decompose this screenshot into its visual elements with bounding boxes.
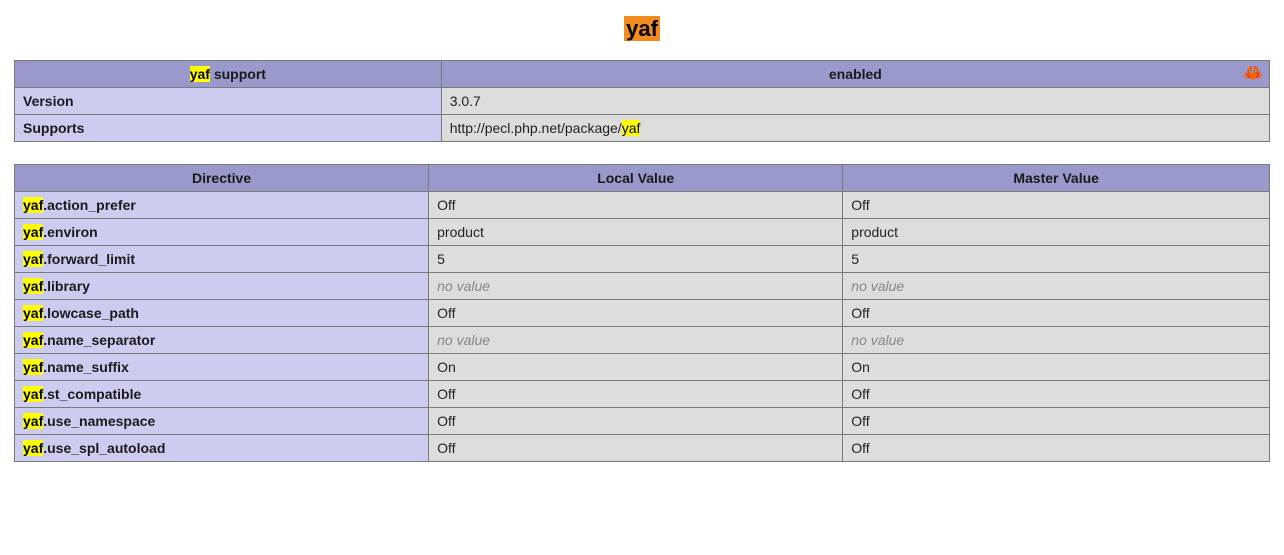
directive-master: Off — [843, 300, 1270, 327]
directive-row: yaf.name_separator no value no value — [15, 327, 1270, 354]
highlight-term: yaf — [23, 413, 43, 429]
directive-row: yaf.use_spl_autoloadOffOff — [15, 435, 1270, 462]
directive-local: no value — [429, 327, 843, 354]
directive-name: yaf.name_separator — [15, 327, 429, 354]
support-value: 3.0.7 — [441, 88, 1269, 115]
highlight-term: yaf — [23, 278, 43, 294]
directive-name: yaf.st_compatible — [15, 381, 429, 408]
directive-master: Off — [843, 192, 1270, 219]
directive-name: yaf.name_suffix — [15, 354, 429, 381]
support-suffix: support — [210, 66, 266, 82]
highlight-term: yaf — [23, 359, 43, 375]
directives-table: Directive Local Value Master Value yaf.a… — [14, 164, 1270, 462]
highlight-term: yaf — [622, 120, 641, 136]
directive-local: product — [429, 219, 843, 246]
directive-local: Off — [429, 381, 843, 408]
directive-name: yaf.environ — [15, 219, 429, 246]
no-value: no value — [437, 332, 490, 348]
directive-local: Off — [429, 408, 843, 435]
enabled-label: enabled — [829, 66, 882, 82]
directive-local: 5 — [429, 246, 843, 273]
directive-name: yaf.forward_limit — [15, 246, 429, 273]
enabled-header: enabled 🦀 — [441, 61, 1269, 88]
directive-name: yaf.library — [15, 273, 429, 300]
directive-master: On — [843, 354, 1270, 381]
directive-row: yaf.st_compatibleOffOff — [15, 381, 1270, 408]
support-value: http://pecl.php.net/package/yaf — [441, 115, 1269, 142]
support-header: yaf support — [15, 61, 442, 88]
directive-local: no value — [429, 273, 843, 300]
directive-master: no value — [843, 327, 1270, 354]
highlight-term: yaf — [23, 305, 43, 321]
directive-master: Off — [843, 381, 1270, 408]
directive-name: yaf.use_spl_autoload — [15, 435, 429, 462]
support-label: Supports — [15, 115, 442, 142]
directive-row: yaf.forward_limit55 — [15, 246, 1270, 273]
no-value: no value — [851, 332, 904, 348]
no-value: no value — [851, 278, 904, 294]
directive-row: yaf.lowcase_pathOffOff — [15, 300, 1270, 327]
highlight-term: yaf — [190, 66, 210, 82]
col-master: Master Value — [843, 165, 1270, 192]
directive-master: no value — [843, 273, 1270, 300]
title-highlight: yaf — [624, 16, 660, 41]
directive-row: yaf.environproductproduct — [15, 219, 1270, 246]
directive-row: yaf.name_suffixOnOn — [15, 354, 1270, 381]
directive-name: yaf.action_prefer — [15, 192, 429, 219]
crab-icon: 🦀 — [1243, 63, 1263, 83]
no-value: no value — [437, 278, 490, 294]
highlight-term: yaf — [23, 197, 43, 213]
directive-name: yaf.use_namespace — [15, 408, 429, 435]
directive-local: On — [429, 354, 843, 381]
highlight-term: yaf — [23, 440, 43, 456]
support-row: Supportshttp://pecl.php.net/package/yaf — [15, 115, 1270, 142]
directive-row: yaf.action_preferOffOff — [15, 192, 1270, 219]
highlight-term: yaf — [23, 224, 43, 240]
directive-row: yaf.use_namespaceOffOff — [15, 408, 1270, 435]
directive-local: Off — [429, 435, 843, 462]
col-local: Local Value — [429, 165, 843, 192]
directive-master: product — [843, 219, 1270, 246]
directive-row: yaf.library no value no value — [15, 273, 1270, 300]
directive-master: 5 — [843, 246, 1270, 273]
directive-master: Off — [843, 435, 1270, 462]
directive-name: yaf.lowcase_path — [15, 300, 429, 327]
highlight-term: yaf — [23, 386, 43, 402]
highlight-term: yaf — [23, 332, 43, 348]
directive-master: Off — [843, 408, 1270, 435]
support-table: yaf support enabled 🦀 Version3.0.7Suppor… — [14, 60, 1270, 142]
support-label: Version — [15, 88, 442, 115]
directive-local: Off — [429, 300, 843, 327]
directive-local: Off — [429, 192, 843, 219]
highlight-term: yaf — [23, 251, 43, 267]
module-title: yaf — [14, 16, 1270, 42]
col-directive: Directive — [15, 165, 429, 192]
support-row: Version3.0.7 — [15, 88, 1270, 115]
